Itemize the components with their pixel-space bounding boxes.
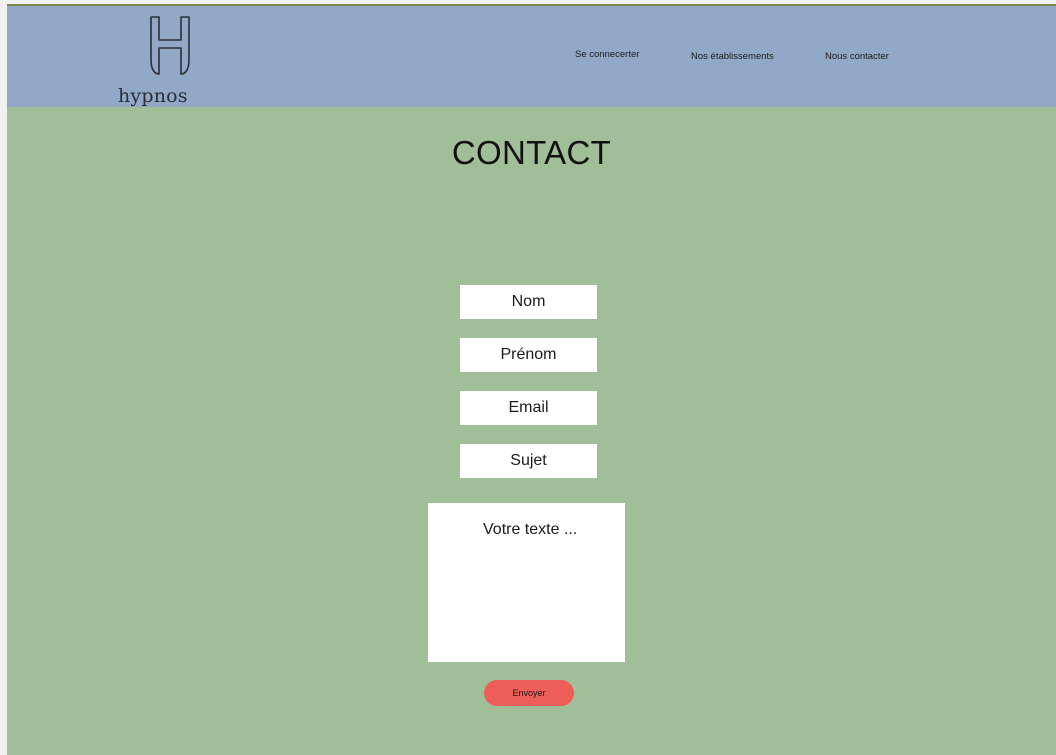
site-header: hypnos Se connecerter Nos établissements… (7, 6, 1056, 107)
page-frame: hypnos Se connecerter Nos établissements… (7, 4, 1056, 755)
nav-login-link[interactable]: Se connecerter (575, 49, 639, 60)
page-title: CONTACT (451, 134, 612, 171)
last-name-input[interactable] (460, 285, 597, 319)
brand-name: hypnos (118, 85, 188, 107)
email-input[interactable] (460, 391, 597, 425)
message-textarea[interactable] (428, 503, 625, 662)
first-name-input[interactable] (460, 338, 597, 372)
send-button[interactable]: Envoyer (484, 680, 574, 706)
subject-input[interactable] (460, 444, 597, 478)
nav-hotels-link[interactable]: Nos établissements (691, 51, 774, 62)
brand-logo[interactable]: hypnos (115, 14, 195, 107)
h-monogram-icon (150, 16, 190, 75)
nav-contact-link[interactable]: Nous contacter (825, 51, 889, 62)
